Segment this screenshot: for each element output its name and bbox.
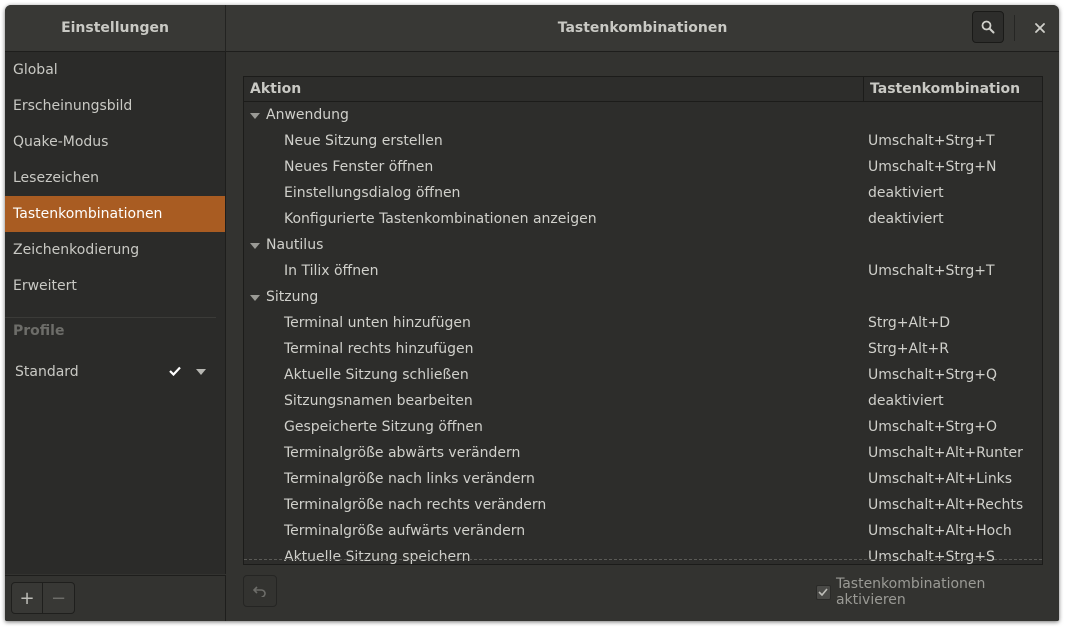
shortcut-row[interactable]: Konfigurierte Tastenkombinationen anzeig… (244, 206, 1042, 232)
shortcut-row[interactable]: Terminalgröße abwärts verändern Umschalt+… (244, 440, 1042, 466)
remove-profile-button[interactable]: − (43, 582, 75, 614)
shortcut-value[interactable]: deaktiviert (868, 206, 944, 232)
sidebar-item-global[interactable]: Global (5, 52, 225, 88)
sidebar-item-erscheinungsbild[interactable]: Erscheinungsbild (5, 88, 225, 124)
sidebar-headerbar: Einstellungen (5, 5, 226, 52)
shortcut-value[interactable]: Umschalt+Strg+O (868, 414, 997, 440)
shortcut-value[interactable]: Umschalt+Strg+N (868, 154, 996, 180)
shortcut-value[interactable]: Umschalt+Alt+Rechts (868, 492, 1023, 518)
action-name: Aktuelle Sitzung schließen (284, 367, 469, 383)
shortcut-value[interactable]: Umschalt+Alt+Runter (868, 440, 1023, 466)
check-icon (169, 354, 181, 390)
action-name: Neues Fenster öffnen (284, 159, 434, 175)
add-profile-button[interactable]: + (11, 582, 43, 614)
action-name: Neue Sitzung erstellen (284, 133, 443, 149)
action-name: Konfigurierte Tastenkombinationen anzeig… (284, 211, 597, 227)
action-name: Gespeicherte Sitzung öffnen (284, 419, 483, 435)
shortcut-row[interactable]: Aktuelle Sitzung speichern Umschalt+Strg+… (244, 544, 1042, 565)
shortcut-row[interactable]: Terminalgröße aufwärts verändern Umschalt… (244, 518, 1042, 544)
shortcut-value[interactable]: Umschalt+Strg+S (868, 544, 995, 564)
shortcut-value[interactable]: deaktiviert (868, 388, 944, 414)
close-icon (1035, 23, 1045, 33)
undo-button[interactable] (243, 575, 277, 607)
preferences-window: Einstellungen Tastenkombinationen Global… (5, 5, 1059, 621)
expander-arrow-icon[interactable] (250, 113, 260, 119)
sidebar-item-erweitert[interactable]: Erweitert (5, 268, 225, 304)
tree-body: Anwendung Neue Sitzung erstellen Umschalt+… (244, 102, 1042, 565)
action-name: Terminal unten hinzufügen (284, 315, 471, 331)
tree-group-row[interactable]: Anwendung (244, 102, 1042, 128)
action-name: Sitzungsnamen bearbeiten (284, 393, 473, 409)
shortcut-row[interactable]: Terminalgröße nach links verändern Umscha… (244, 466, 1042, 492)
profile-menu-arrow-icon[interactable] (196, 369, 206, 375)
shortcut-row[interactable]: Sitzungsnamen bearbeiten deaktiviert (244, 388, 1042, 414)
sidebar-item-tastenkombinationen[interactable]: Tastenkombinationen (5, 196, 225, 232)
sidebar-title: Einstellungen (61, 20, 169, 36)
search-button[interactable] (972, 11, 1004, 43)
shortcut-value[interactable]: Strg+Alt+R (868, 336, 949, 362)
group-name: Anwendung (266, 107, 349, 123)
sidebar-footer: + − (5, 575, 226, 621)
undo-icon (253, 586, 266, 597)
shortcut-value[interactable]: Umschalt+Strg+T (868, 128, 995, 154)
page-title: Tastenkombinationen (557, 20, 728, 36)
action-name: Terminal rechts hinzufügen (284, 341, 474, 357)
sidebar-item-quake-modus[interactable]: Quake-Modus (5, 124, 225, 160)
shortcut-row[interactable]: Gespeicherte Sitzung öffnen Umschalt+Strg… (244, 414, 1042, 440)
group-name: Nautilus (266, 237, 324, 253)
sidebar: Global Erscheinungsbild Quake-Modus Lesezei… (5, 52, 226, 574)
scroll-edge-indicator (244, 559, 1042, 560)
headerbar-separator (1014, 15, 1015, 41)
group-name: Sitzung (266, 289, 319, 305)
action-name: In Tilix öffnen (284, 263, 379, 279)
close-button[interactable] (1024, 12, 1056, 44)
shortcut-row[interactable]: Terminal rechts hinzufügen Strg+Alt+R (244, 336, 1042, 362)
action-name: Terminalgröße aufwärts verändern (284, 523, 526, 539)
shortcut-value[interactable]: Umschalt+Strg+Q (868, 362, 997, 388)
action-name: Terminalgröße abwärts verändern (284, 445, 521, 461)
shortcut-value[interactable]: Umschalt+Strg+T (868, 258, 995, 284)
tree-group-row[interactable]: Sitzung (244, 284, 1042, 310)
action-name: Terminalgröße nach links verändern (284, 471, 535, 487)
enable-shortcuts-toggle[interactable]: Tastenkombinationen aktivieren (816, 576, 1059, 608)
profile-item-standard[interactable]: Standard (5, 354, 225, 390)
column-header-shortcut[interactable]: Tastenkombination (864, 77, 1042, 101)
shortcut-row[interactable]: In Tilix öffnen Umschalt+Strg+T (244, 258, 1042, 284)
sidebar-list: Global Erscheinungsbild Quake-Modus Lesezei… (5, 52, 225, 304)
action-name: Einstellungsdialog öffnen (284, 185, 461, 201)
shortcut-value[interactable]: Umschalt+Alt+Hoch (868, 518, 1012, 544)
shortcut-row[interactable]: Einstellungsdialog öffnen deaktiviert (244, 180, 1042, 206)
profile-label: Standard (15, 364, 79, 380)
sidebar-section-profile: Profile (5, 317, 216, 344)
column-header-action[interactable]: Aktion (244, 77, 864, 101)
search-icon (981, 20, 995, 34)
sidebar-item-zeichenkodierung[interactable]: Zeichenkodierung (5, 232, 225, 268)
tree-header: Aktion Tastenkombination (244, 77, 1042, 102)
action-name: Terminalgröße nach rechts verändern (284, 497, 547, 513)
expander-arrow-icon[interactable] (250, 295, 260, 301)
shortcut-row[interactable]: Aktuelle Sitzung schließen Umschalt+Strg+… (244, 362, 1042, 388)
shortcut-row[interactable]: Terminalgröße nach rechts verändern Umsch… (244, 492, 1042, 518)
enable-shortcuts-label: Tastenkombinationen aktivieren (835, 576, 986, 608)
main-headerbar: Tastenkombinationen (226, 5, 1059, 52)
shortcuts-page: Aktion Tastenkombination Anwendung Neue S… (226, 52, 1059, 621)
tree-group-row[interactable]: Nautilus (244, 232, 1042, 258)
enable-shortcuts-checkbox[interactable] (816, 584, 831, 600)
shortcut-value[interactable]: deaktiviert (868, 180, 944, 206)
expander-arrow-icon[interactable] (250, 243, 260, 249)
action-name: Aktuelle Sitzung speichern (284, 549, 471, 565)
shortcuts-tree[interactable]: Aktion Tastenkombination Anwendung Neue S… (243, 76, 1043, 565)
sidebar-item-lesezeichen[interactable]: Lesezeichen (5, 160, 225, 196)
shortcut-row[interactable]: Neues Fenster öffnen Umschalt+Strg+N (244, 154, 1042, 180)
shortcut-value[interactable]: Strg+Alt+D (868, 310, 950, 336)
shortcut-row[interactable]: Terminal unten hinzufügen Strg+Alt+D (244, 310, 1042, 336)
shortcut-value[interactable]: Umschalt+Alt+Links (868, 466, 1012, 492)
shortcut-row[interactable]: Neue Sitzung erstellen Umschalt+Strg+T (244, 128, 1042, 154)
check-icon (818, 588, 829, 596)
